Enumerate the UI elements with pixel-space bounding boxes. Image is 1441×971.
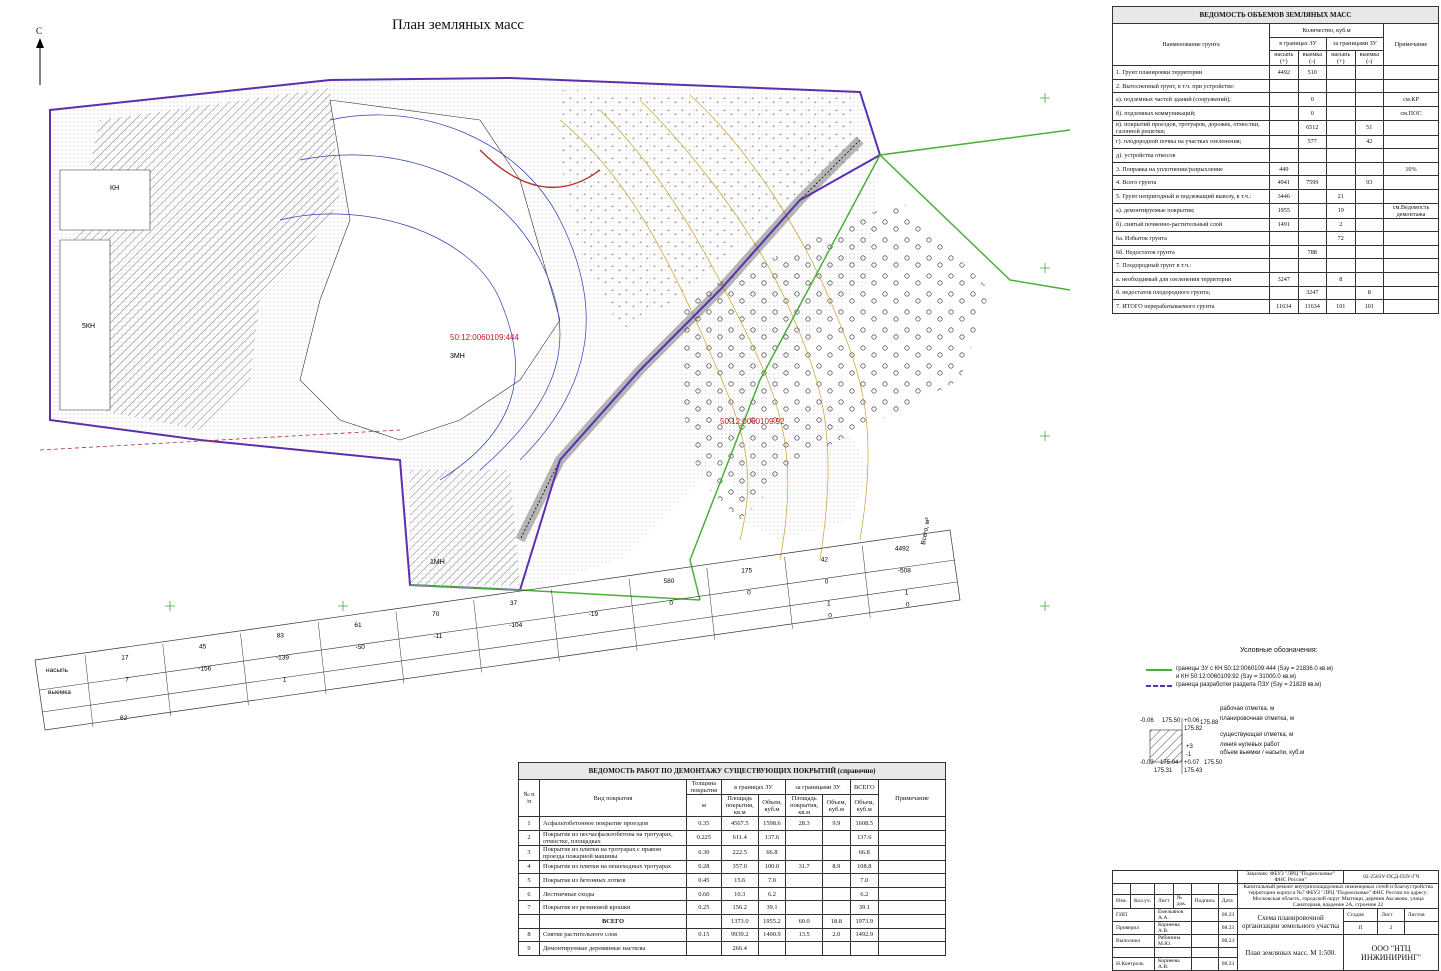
drawing-sheet: План земляных масс + + С bbox=[0, 0, 1441, 971]
volume-table-row: г). плодородной почвы на участках озелен… bbox=[1112, 134, 1439, 150]
grid-cell-value: 37 bbox=[510, 600, 518, 607]
zone-label-3mn: 3МН bbox=[450, 353, 465, 360]
grid-cell-value: 61 bbox=[354, 622, 362, 629]
demolition-table-row: 9 Демонтируемые деревянные настилы 266.4 bbox=[518, 941, 946, 956]
stamp-project: Капитальный ремонт внутриплощадочных инж… bbox=[1237, 883, 1439, 909]
grid-cell-value: 83 bbox=[277, 633, 285, 640]
grid-total-left: 62 bbox=[120, 715, 128, 722]
svg-text:насыпь: насыпь bbox=[46, 667, 69, 674]
grid-side-label: Всего, м³ bbox=[920, 516, 932, 545]
cadastral-label-2: 50:12:0060109:92 bbox=[720, 417, 785, 426]
grid-cell-value: 1 bbox=[283, 677, 287, 684]
volume-table-row: 3. Поправка на уплотнение/разрыхление 449… bbox=[1112, 161, 1439, 177]
grid-cell-value: -50 bbox=[356, 644, 366, 651]
grid-cell-value: 17 bbox=[121, 655, 129, 662]
grid-cell-value: 0 bbox=[747, 589, 751, 596]
grid-cell-value: 70 bbox=[432, 611, 440, 618]
volume-table-row: 4. Всего грунта 4941 7599 93 bbox=[1112, 175, 1439, 190]
grid-cell-value: 0 bbox=[828, 612, 832, 619]
demolition-table-row: 8 Снятие растительного слоя 0.15 9939.2 1490… bbox=[518, 927, 946, 943]
grid-cell-value: 1 bbox=[827, 600, 831, 607]
title-block: Заказчик: ФБУЗ "ЛРЦ "Подмосковье" ФНС Ро… bbox=[1111, 870, 1440, 971]
volume-table-row: а). демонтируемые покрытия; 1955 19 см.Ведо… bbox=[1112, 202, 1439, 219]
stamp-customer: Заказчик: ФБУЗ "ЛРЦ "Подмосковье" ФНС Ро… bbox=[1237, 870, 1345, 884]
stamp-doc-code: 02-2503У-ПСД-ПЗУ-ГЧ bbox=[1343, 870, 1439, 884]
legend: Условные обозначения: границы ЗУ с КН 50… bbox=[1140, 647, 1334, 774]
volume-table-row: 5. Грунт непригодный и подлежащий вывозу… bbox=[1112, 188, 1439, 204]
earthwork-map: + + С bbox=[34, 26, 1071, 731]
volume-table-row: 6а. Избыток грунта 72 bbox=[1112, 231, 1439, 246]
demolition-table-row: 7 Покрытие из резиновой крошки 0.25 156.2 39… bbox=[518, 900, 946, 915]
north-arrow-icon: С bbox=[36, 26, 44, 85]
volume-table-caption: ВЕДОМОСТЬ ОБЪЕМОВ ЗЕМЛЯНЫХ МАСС bbox=[1112, 6, 1439, 24]
demolition-table-caption: ВЕДОМОСТЬ РАБОТ ПО ДЕМОНТАЖУ СУЩЕСТВУЮЩИ… bbox=[518, 762, 946, 780]
volume-table-row: 2. Вытесненный грунт, в т.ч. при устройс… bbox=[1112, 78, 1439, 94]
zone-label-5kn: 5КН bbox=[82, 323, 95, 330]
volume-table: ВЕДОМОСТЬ ОБЪЕМОВ ЗЕМЛЯНЫХ МАСС Наименов… bbox=[1112, 6, 1439, 314]
demolition-table-row: 1 Асфальтобетонное покрытие проездов 0.35 4… bbox=[518, 816, 946, 831]
demolition-table: ВЕДОМОСТЬ РАБОТ ПО ДЕМОНТАЖУ СУЩЕСТВУЮЩИ… bbox=[518, 762, 946, 956]
svg-text:С: С bbox=[36, 26, 42, 36]
grid-cell-value: 0 bbox=[669, 600, 673, 607]
stamp-role-row: ГИП Емельянов А.А. 08.23 Схема планировочно… bbox=[1111, 908, 1440, 935]
grid-cell-value: 4492 bbox=[895, 545, 910, 552]
cadastral-label-1: 50:12:0060109:444 bbox=[450, 333, 520, 342]
volume-table-row: 1. Грунт планировки территории 4492 510 bbox=[1112, 65, 1439, 80]
grid-cell-value: 175 bbox=[741, 567, 752, 574]
grid-cell-value: 0 bbox=[906, 601, 910, 608]
grid-cell-value: 42 bbox=[821, 556, 829, 563]
grid-cell-value: -139 bbox=[276, 655, 289, 662]
grid-cell-value: -508 bbox=[898, 567, 911, 574]
volume-table-row: а. необходимый для озеленения территории… bbox=[1112, 271, 1439, 287]
grid-cell-value: 7 bbox=[125, 677, 129, 684]
stamp-company: ООО "НТЦ ИНЖИНИРИНГ" bbox=[1343, 934, 1439, 971]
zone-label-1mn: 1МН bbox=[430, 559, 445, 566]
volume-table-row: д). устройства откосов bbox=[1112, 148, 1439, 163]
volume-table-row: 6б. Недостаток грунта 788 bbox=[1112, 244, 1439, 260]
demolition-table-row: ВСЕГО 1373.0 1955.2 60.0 18.8 1973.9 bbox=[518, 913, 946, 929]
volume-table-row: а). подземных частей зданий (сооружений)… bbox=[1112, 92, 1439, 107]
svg-text:выемка: выемка bbox=[48, 689, 71, 696]
demolition-table-row: 6 Лестничные сходы 0.60 10.3 6.2 6.2 bbox=[518, 886, 946, 902]
volume-table-row: в). покрытий проездов, тротуаров, дороже… bbox=[1112, 119, 1439, 136]
stamp-role-row: Выполнил Рябинина М.Ю. 08.23 План земляных … bbox=[1111, 934, 1439, 971]
grid-cell-value: -19 bbox=[589, 611, 599, 618]
grid-cell-value: 0 bbox=[825, 578, 829, 585]
volume-table-row: 7. Плодородный грунт в т.ч.: bbox=[1112, 258, 1439, 273]
grid-cell-value: -156 bbox=[198, 666, 211, 673]
zone-label-kn: КН bbox=[110, 185, 119, 192]
demolition-table-row: 4 Покрытие из плитки на пешеходных тротуа… bbox=[518, 859, 946, 875]
volume-table-row: б). снятый почвенно-растительный слой 149… bbox=[1112, 217, 1439, 233]
grid-cell-value: 1 bbox=[905, 589, 909, 596]
grid-cell-value: 45 bbox=[199, 644, 207, 651]
demolition-table-row: 5 Покрытие из бетонных лотков 0.45 15.6 7.0 7… bbox=[518, 873, 946, 888]
demolition-table-row: 2 Покрытие из песчасфальтобетона на троту… bbox=[518, 829, 946, 846]
grid-cell-value: 580 bbox=[664, 578, 675, 585]
grid-cell-value: -104 bbox=[509, 622, 522, 629]
stamp-drawing-title: План земляных масс. М 1:500. bbox=[1237, 934, 1345, 971]
demolition-table-row: 3 Покрытие из плитки на тротуарах с право… bbox=[518, 844, 946, 861]
stamp-sheet-title: Схема планировочной организации земельно… bbox=[1237, 908, 1345, 935]
volume-table-row: б). подземных коммуникаций; 0 см.ПОС bbox=[1112, 105, 1439, 121]
grid-cell-value: -11 bbox=[434, 633, 443, 640]
volume-table-row: б. недостаток плодородного грунта; 3247 8 bbox=[1112, 285, 1439, 301]
volume-table-row: 7. ИТОГО перерабатываемого грунта 11634 11… bbox=[1112, 299, 1439, 314]
